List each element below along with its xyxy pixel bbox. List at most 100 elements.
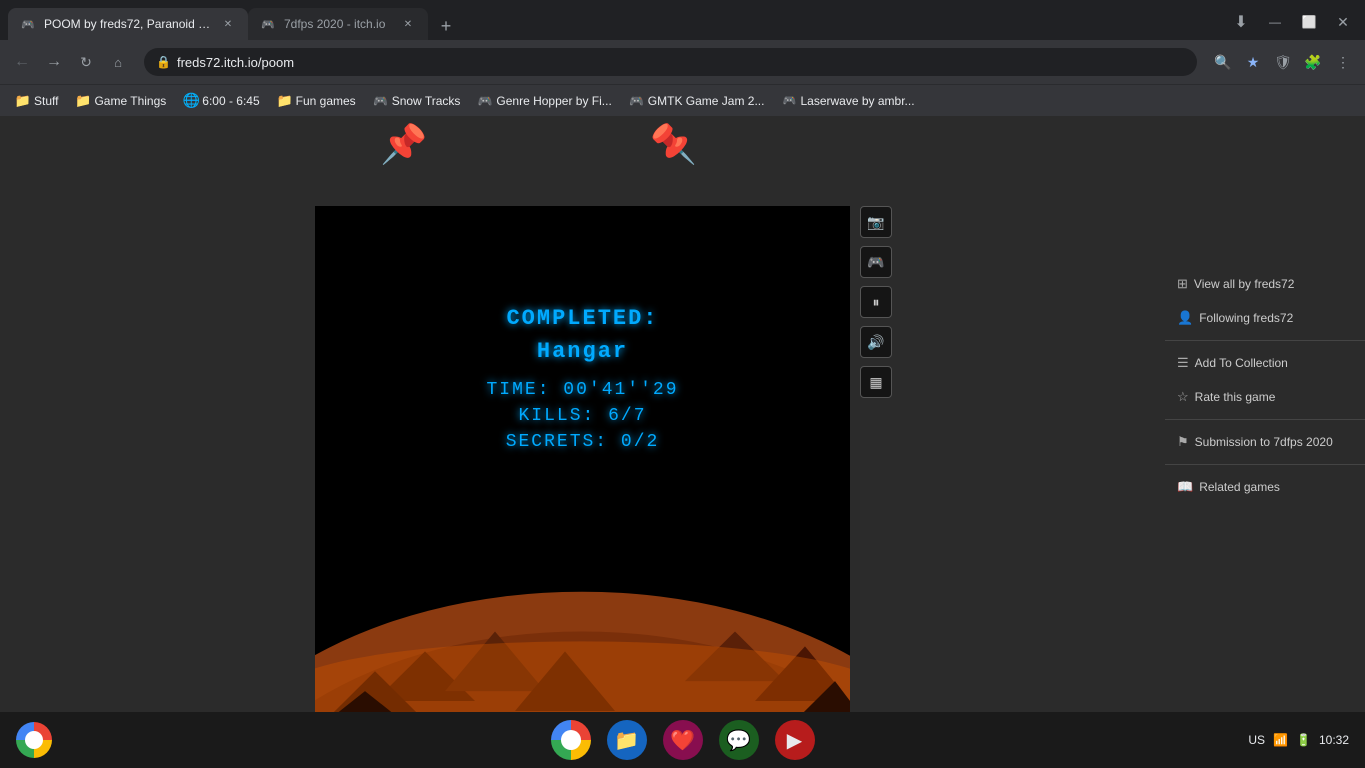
taskbar: 📁 ❤️ 💬 ▶ US 📶 🔋 10:32 — [0, 712, 1365, 768]
tab-2-favicon: 🎮 — [260, 16, 276, 32]
sidebar-divider-3 — [1165, 464, 1365, 465]
grid-icon: ⊞ — [1177, 276, 1188, 292]
wifi-icon: 📶 — [1273, 733, 1288, 747]
back-button[interactable]: ← — [8, 48, 36, 76]
bookmark-laserwave-label: Laserwave by ambr... — [800, 94, 914, 108]
screenshot-button[interactable]: 📷 — [860, 206, 892, 238]
minimize-button[interactable]: — — [1261, 8, 1289, 36]
tab-2-title: 7dfps 2020 - itch.io — [284, 17, 392, 31]
bookmark-snow-tracks[interactable]: 🎮 Snow Tracks — [366, 90, 469, 112]
tab-bar: 🎮 POOM by freds72, Paranoid Cac... ✕ 🎮 7… — [0, 0, 1365, 40]
folder-icon: 📁 — [16, 94, 30, 108]
taskbar-chrome[interactable] — [551, 720, 591, 760]
bookmark-game-things[interactable]: 📁 Game Things — [68, 90, 174, 112]
time-label: 10:32 — [1319, 733, 1349, 747]
shield-icon: 🛡 — [1269, 48, 1297, 76]
bookmark-fun-games[interactable]: 📁 Fun games — [270, 90, 364, 112]
game-wrapper: COMPLETED: Hangar TIME: 00'41''29 KILLS:… — [315, 186, 850, 712]
tab-2[interactable]: 🎮 7dfps 2020 - itch.io ✕ — [248, 8, 428, 40]
taskbar-right: US 📶 🔋 10:32 — [1248, 733, 1349, 747]
bookmarks-bar: 📁 Stuff 📁 Game Things 🌐 6:00 - 6:45 📁 Fu… — [0, 84, 1365, 116]
forward-button[interactable]: → — [40, 48, 68, 76]
toolbar: ← → ↻ ⌂ 🔒 freds72.itch.io/poom 🔍 ★ 🛡 🧩 ⋮ — [0, 40, 1365, 84]
rate-game-label: Rate this game — [1195, 390, 1276, 404]
level-label: Hangar — [486, 339, 678, 364]
rate-game-button[interactable]: ☆ Rate this game — [1165, 381, 1365, 413]
toolbar-icons: 🔍 ★ 🛡 🧩 ⋮ — [1209, 48, 1357, 76]
time-label: TIME: 00'41''29 — [486, 380, 678, 400]
bookmark-gmtk[interactable]: 🎮 GMTK Game Jam 2... — [622, 90, 773, 112]
battery-icon: 🔋 — [1296, 733, 1311, 747]
related-games-button[interactable]: 📖 Related games — [1165, 471, 1365, 503]
bookmark-laserwave[interactable]: 🎮 Laserwave by ambr... — [774, 90, 922, 112]
tab-2-close[interactable]: ✕ — [400, 16, 416, 32]
game-controls: 📷 🎮 ⏸ 🔊 ▦ — [860, 206, 892, 398]
bookmark-stuff[interactable]: 📁 Stuff — [8, 90, 66, 112]
bookmark-star[interactable]: ★ — [1239, 48, 1267, 76]
flag-icon: ⚑ — [1177, 434, 1189, 450]
new-tab-button[interactable]: + — [432, 12, 460, 40]
taskbar-chat[interactable]: 💬 — [719, 720, 759, 760]
page-content: 📌 📌 — [0, 116, 1365, 712]
submission-label: Submission to 7dfps 2020 — [1195, 435, 1333, 449]
gamepad-button[interactable]: 🎮 — [860, 246, 892, 278]
settings-button[interactable]: ▦ — [860, 366, 892, 398]
genre-hopper-favicon: 🎮 — [478, 94, 492, 108]
tab-1-close[interactable]: ✕ — [220, 16, 236, 32]
sidebar-divider-2 — [1165, 419, 1365, 420]
address-bar[interactable]: 🔒 freds72.itch.io/poom — [144, 48, 1197, 76]
bookmark-snow-tracks-label: Snow Tracks — [392, 94, 461, 108]
add-collection-button[interactable]: ☰ Add To Collection — [1165, 347, 1365, 379]
right-sidebar: ⊞ View all by freds72 👤 Following freds7… — [1165, 116, 1365, 712]
bookmark-gmtk-label: GMTK Game Jam 2... — [648, 94, 765, 108]
gmtk-favicon: 🎮 — [630, 94, 644, 108]
folder-icon: 📁 — [76, 94, 90, 108]
taskbar-hearts[interactable]: ❤️ — [663, 720, 703, 760]
maximize-button[interactable]: ⬜ — [1295, 8, 1323, 36]
volume-button[interactable]: 🔊 — [860, 326, 892, 358]
bookmark-stuff-label: Stuff — [34, 94, 58, 108]
related-games-label: Related games — [1199, 480, 1280, 494]
taskbar-left — [16, 722, 52, 758]
add-collection-label: Add To Collection — [1195, 356, 1288, 370]
submission-button[interactable]: ⚑ Submission to 7dfps 2020 — [1165, 426, 1365, 458]
bookmark-time[interactable]: 🌐 6:00 - 6:45 — [176, 90, 267, 112]
left-arrow-decoration: 📌 — [380, 126, 427, 164]
following-button[interactable]: 👤 Following freds72 — [1165, 302, 1365, 334]
bookmark-genre-hopper[interactable]: 🎮 Genre Hopper by Fi... — [470, 90, 619, 112]
pause-button[interactable]: ⏸ — [860, 286, 892, 318]
kills-label: KILLS: 6/7 — [486, 406, 678, 426]
menu-button[interactable]: ⋮ — [1329, 48, 1357, 76]
game-frame[interactable]: COMPLETED: Hangar TIME: 00'41''29 KILLS:… — [315, 206, 850, 712]
tab-1-title: POOM by freds72, Paranoid Cac... — [44, 17, 212, 31]
bookmark-game-things-label: Game Things — [94, 94, 166, 108]
chromeos-button[interactable] — [16, 722, 52, 758]
person-icon: 👤 — [1177, 310, 1193, 326]
snow-tracks-favicon: 🎮 — [374, 94, 388, 108]
right-arrow-decoration: 📌 — [650, 126, 697, 164]
search-button[interactable]: 🔍 — [1209, 48, 1237, 76]
view-all-label: View all by freds72 — [1194, 277, 1295, 291]
browser-frame: 🎮 POOM by freds72, Paranoid Cac... ✕ 🎮 7… — [0, 0, 1365, 768]
secrets-label: SECRETS: 0/2 — [486, 432, 678, 452]
folder-icon: 📁 — [278, 94, 292, 108]
bookmark-genre-hopper-label: Genre Hopper by Fi... — [496, 94, 611, 108]
laserwave-favicon: 🎮 — [782, 94, 796, 108]
tab-1[interactable]: 🎮 POOM by freds72, Paranoid Cac... ✕ — [8, 8, 248, 40]
lock-icon: 🔒 — [156, 55, 171, 69]
address-text: freds72.itch.io/poom — [177, 55, 294, 70]
tab-1-favicon: 🎮 — [20, 16, 36, 32]
following-label: Following freds72 — [1199, 311, 1293, 325]
reload-button[interactable]: ↻ — [72, 48, 100, 76]
extensions-button[interactable]: 🧩 — [1299, 48, 1327, 76]
close-button[interactable]: ✕ — [1329, 8, 1357, 36]
game-container: 📌 📌 — [0, 116, 1165, 712]
bookmark-fun-games-label: Fun games — [296, 94, 356, 108]
taskbar-files[interactable]: 📁 — [607, 720, 647, 760]
taskbar-youtube[interactable]: ▶ — [775, 720, 815, 760]
view-all-button[interactable]: ⊞ View all by freds72 — [1165, 268, 1365, 300]
country-label: US — [1248, 733, 1265, 747]
taskbar-center: 📁 ❤️ 💬 ▶ — [551, 720, 815, 760]
home-button[interactable]: ⌂ — [104, 48, 132, 76]
bookmark-time-label: 6:00 - 6:45 — [202, 94, 259, 108]
